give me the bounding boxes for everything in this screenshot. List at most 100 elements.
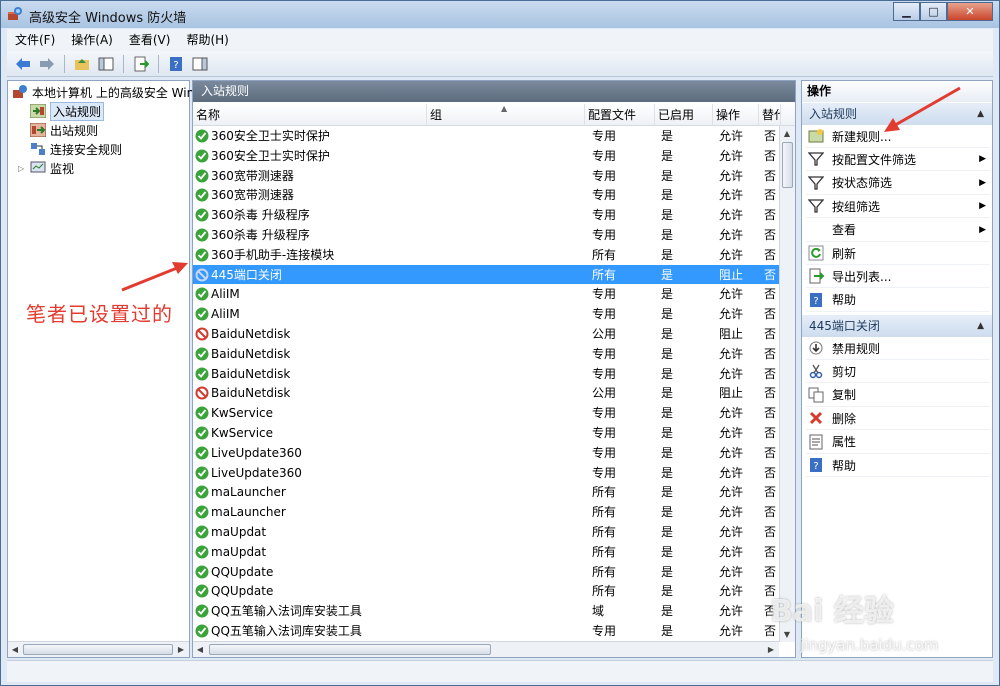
table-row[interactable]: LiveUpdate360 专用 是 允许 否 [193,443,779,463]
table-row[interactable]: AliIM 专用 是 允许 否 [193,304,779,324]
action-item[interactable]: 剪切 [806,360,990,384]
table-row[interactable]: QQ五笔输入法词库安装工具 专用是允许否 [193,621,779,641]
column-override[interactable]: 替代 [759,104,781,126]
actions-section-selected-rule[interactable]: 445端口关闭 ▲ [802,315,992,337]
table-row[interactable]: BaiduNetdisk 专用 是 允许 否 [193,344,779,364]
table-row[interactable]: QQ五笔输入法词库安装工具域是允许否 [193,601,779,621]
cell-profile: 专用 [592,465,617,480]
show-tree-button[interactable] [96,54,116,74]
menu-action[interactable]: 操作(A) [63,29,121,51]
action-item[interactable]: 新建规则... [806,125,990,148]
back-button[interactable] [13,54,33,74]
action-item[interactable]: 属性 [806,431,990,454]
action-item[interactable]: 禁用规则 [806,337,990,360]
column-name[interactable]: 名称 [193,104,427,126]
action-item[interactable]: ? 帮助 [806,454,990,477]
watermark-url: jingyan.baidu.com [800,636,939,654]
column-profile[interactable]: 配置文件 [585,104,655,126]
cell-name: LiveUpdate360 [211,465,302,480]
cell-override: 否 [764,525,777,539]
column-action[interactable]: 操作 [713,104,759,126]
cell-enabled: 是 [661,287,674,302]
table-row[interactable]: 360宽带测速器 专用 是 允许 否 [193,185,779,205]
action-item[interactable]: 查看 ▶ [806,219,990,242]
action-item[interactable]: 刷新 [806,242,990,265]
delete-icon [808,410,824,426]
actions-section-inbound[interactable]: 入站规则 ▲ [802,103,992,125]
action-label: 帮助 [832,458,857,473]
table-row[interactable]: BaiduNetdisk 公用 是 阻止 否 [193,324,779,344]
close-button[interactable]: ✕ [947,2,993,21]
menu-file[interactable]: 文件(F) [7,29,63,51]
tree-root-label: 本地计算机 上的高级安全 Wind [32,85,202,100]
up-folder-button[interactable] [72,54,92,74]
menu-help[interactable]: 帮助(H) [178,29,236,51]
table-row[interactable]: 360安全卫士实时保护 专用 是 允许 否 [193,126,779,146]
action-pane-button[interactable] [190,54,210,74]
tree-root[interactable]: 本地计算机 上的高级安全 Wind [12,83,202,101]
tree-item-outbound-rules[interactable]: 出站规则 [30,121,98,139]
table-row[interactable]: BaiduNetdisk 公用 是 阻止 否 [193,383,779,403]
table-row[interactable]: 360宽带测速器 专用 是 允许 否 [193,166,779,186]
table-row[interactable]: 360安全卫士实时保护 专用 是 允许 否 [193,146,779,166]
cell-profile: 所有 [592,505,617,520]
column-enabled[interactable]: 已启用 [655,104,713,126]
table-row[interactable]: AliIM 专用 是 允许 否 [193,284,779,304]
maximize-button[interactable]: □ [920,2,947,21]
action-item[interactable]: 按配置文件筛选 ▶ [806,148,990,172]
scroll-thumb[interactable] [782,142,793,188]
title-bar[interactable]: 高级安全 Windows 防火墙 ▁ □ ✕ [1,1,999,28]
scroll-down-icon[interactable]: ▼ [781,629,793,640]
action-item[interactable]: 删除 [806,407,990,431]
export-button[interactable] [131,54,151,74]
action-item[interactable]: 复制 [806,384,990,407]
forward-button[interactable] [37,54,57,74]
expand-arrow-icon[interactable]: ▷ [18,164,26,173]
scroll-up-icon[interactable]: ▲ [781,128,793,139]
table-row[interactable]: 445端口关闭 所有 是 阻止 否 [193,264,779,285]
action-item[interactable]: 导出列表... [806,265,990,289]
scroll-right-icon[interactable]: ▶ [175,644,187,655]
cell-name: QQUpdate [211,584,274,599]
collapse-icon[interactable]: ▲ [977,103,984,125]
table-row[interactable]: KwService 专用 是 允许 否 [193,423,779,443]
help-button[interactable]: ? [166,54,186,74]
cell-override: 否 [764,168,777,183]
scroll-thumb[interactable] [209,644,491,655]
menu-view[interactable]: 查看(V) [121,29,179,51]
table-row[interactable]: KwService 专用 是 允许 否 [193,403,779,423]
cell-name: maUpdat [211,525,267,539]
table-row[interactable]: LiveUpdate360 专用 是 允许 否 [193,463,779,483]
collapse-icon[interactable]: ▲ [977,315,984,337]
filter-icon [808,198,824,214]
scroll-thumb[interactable] [23,644,173,655]
table-row[interactable]: 360杀毒 升级程序 专用 是 允许 否 [193,205,779,225]
table-row[interactable]: 360杀毒 升级程序 专用 是 允许 否 [193,225,779,245]
cell-action: 允许 [719,505,744,520]
list-vertical-scrollbar[interactable]: ▲ ▼ [779,126,795,642]
table-row[interactable]: maUpdat 所有 是 允许 否 [193,542,779,562]
table-row[interactable]: 360手机助手-连接模块 所有 是 允许 否 [193,245,779,265]
scroll-left-icon[interactable]: ◀ [9,644,21,655]
minimize-button[interactable]: ▁ [893,2,920,21]
cell-override: 否 [764,129,777,143]
action-item[interactable]: 按组筛选 ▶ [806,195,990,219]
table-row[interactable]: QQUpdate 所有是允许否 [193,581,779,601]
cell-name: KwService [211,426,274,440]
action-item[interactable]: ? 帮助 [806,289,990,312]
tree-item-connection-security-rules[interactable]: 连接安全规则 [30,140,122,158]
list-horizontal-scrollbar[interactable]: ◀ ▶ [193,641,779,657]
tree-item-inbound-rules[interactable]: 入站规则 [30,101,105,121]
table-row[interactable]: QQUpdate 所有是允许否 [193,562,779,582]
table-row[interactable]: maLauncher 所有 是 允许 否 [193,502,779,522]
table-row[interactable]: maLauncher 所有 是 允许 否 [193,482,779,502]
action-item[interactable]: 按状态筛选 ▶ [806,172,990,195]
firewall-app-icon [8,7,22,20]
scroll-right-icon[interactable]: ▶ [765,644,777,655]
scroll-left-icon[interactable]: ◀ [194,644,206,655]
table-row[interactable]: BaiduNetdisk 专用 是 允许 否 [193,364,779,384]
svg-text:?: ? [813,296,818,307]
table-row[interactable]: maUpdat 所有 是 允许 否 [193,522,779,542]
tree-item-monitoring[interactable]: ▷ 监视 [18,159,74,177]
tree-horizontal-scrollbar[interactable]: ◀ ▶ [8,641,189,657]
